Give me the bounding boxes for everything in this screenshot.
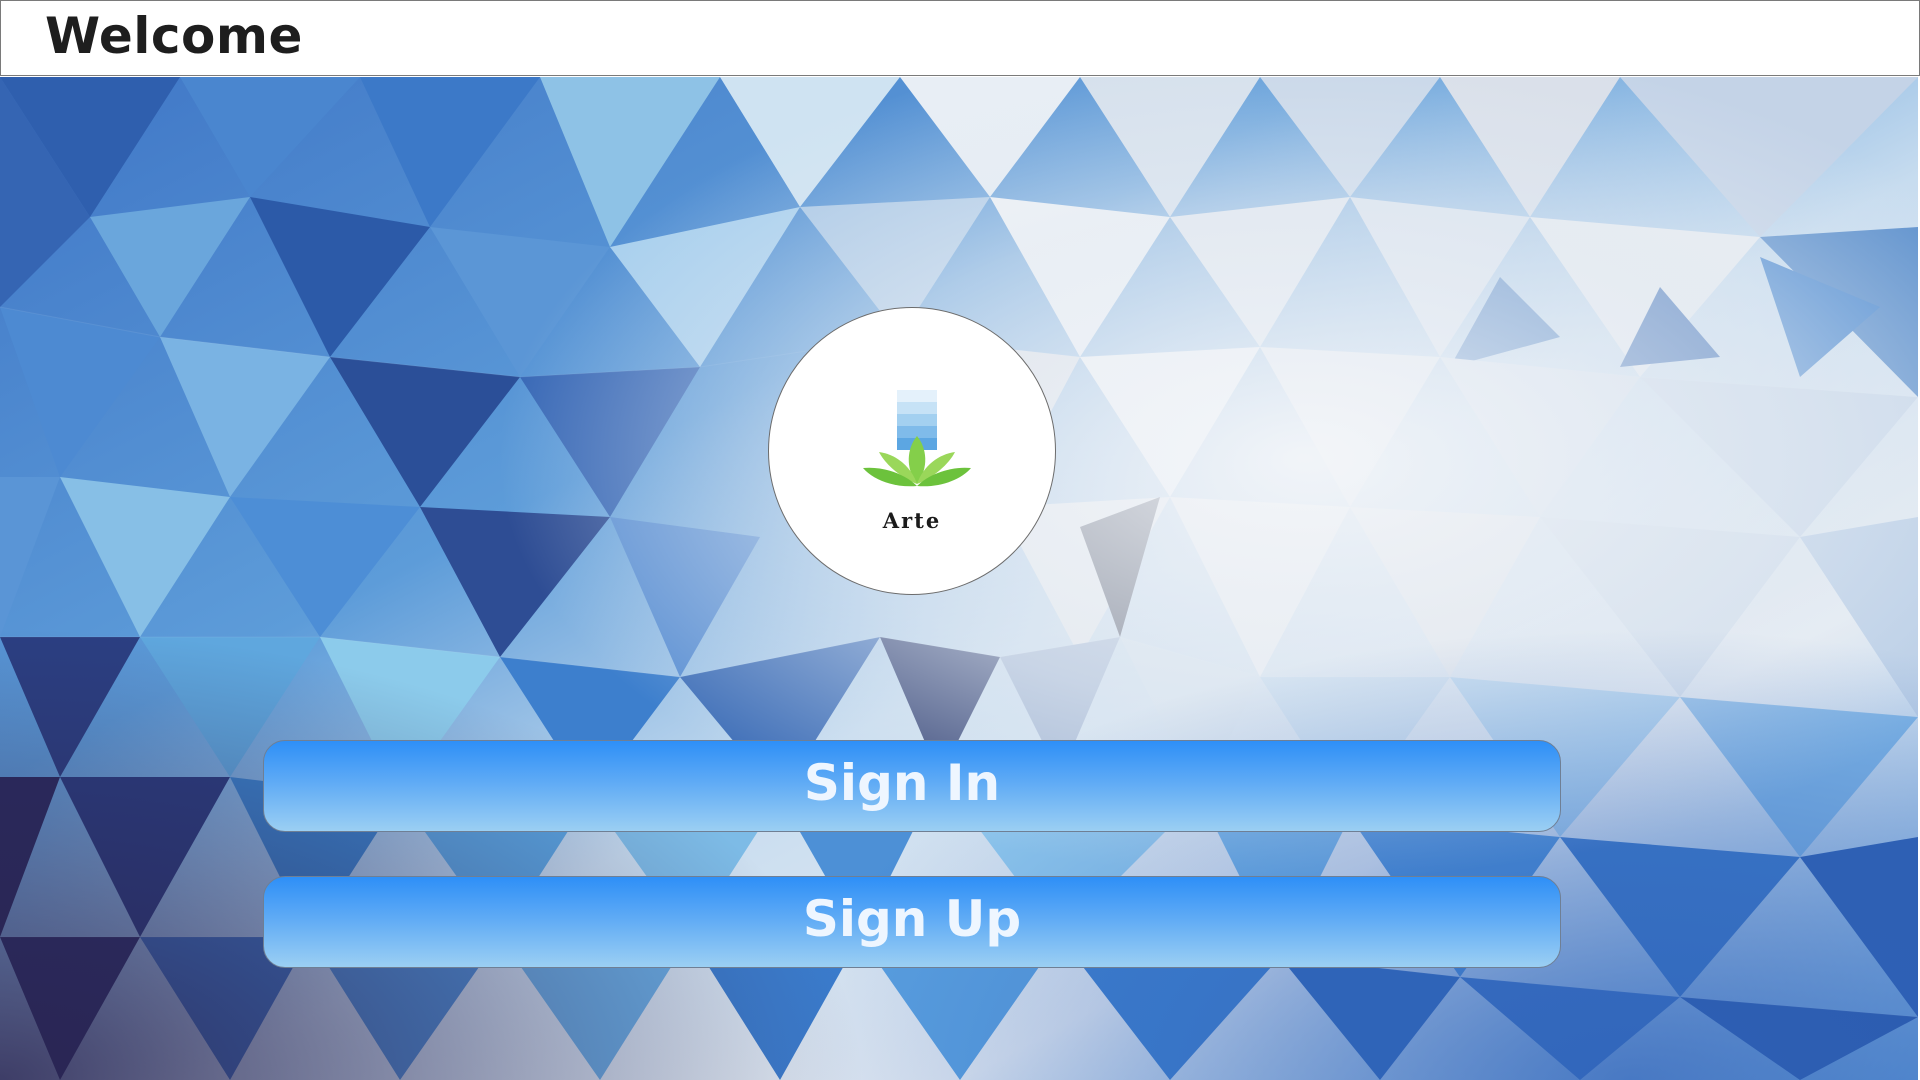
sign-up-label: Sign Up <box>802 890 1022 948</box>
sign-in-button[interactable]: Sign In <box>263 740 1561 832</box>
title-bar: Welcome <box>0 0 1920 76</box>
sign-in-label: Sign In <box>803 754 1001 812</box>
lotus-icon <box>863 390 971 487</box>
page-title: Welcome <box>45 7 303 65</box>
sign-up-button[interactable]: Sign Up <box>263 876 1561 968</box>
logo-brand-text: Arte <box>882 508 942 533</box>
welcome-window: Welcome Arte Sign In Sign Up <box>0 0 1920 1080</box>
app-logo: Arte <box>768 307 1056 595</box>
